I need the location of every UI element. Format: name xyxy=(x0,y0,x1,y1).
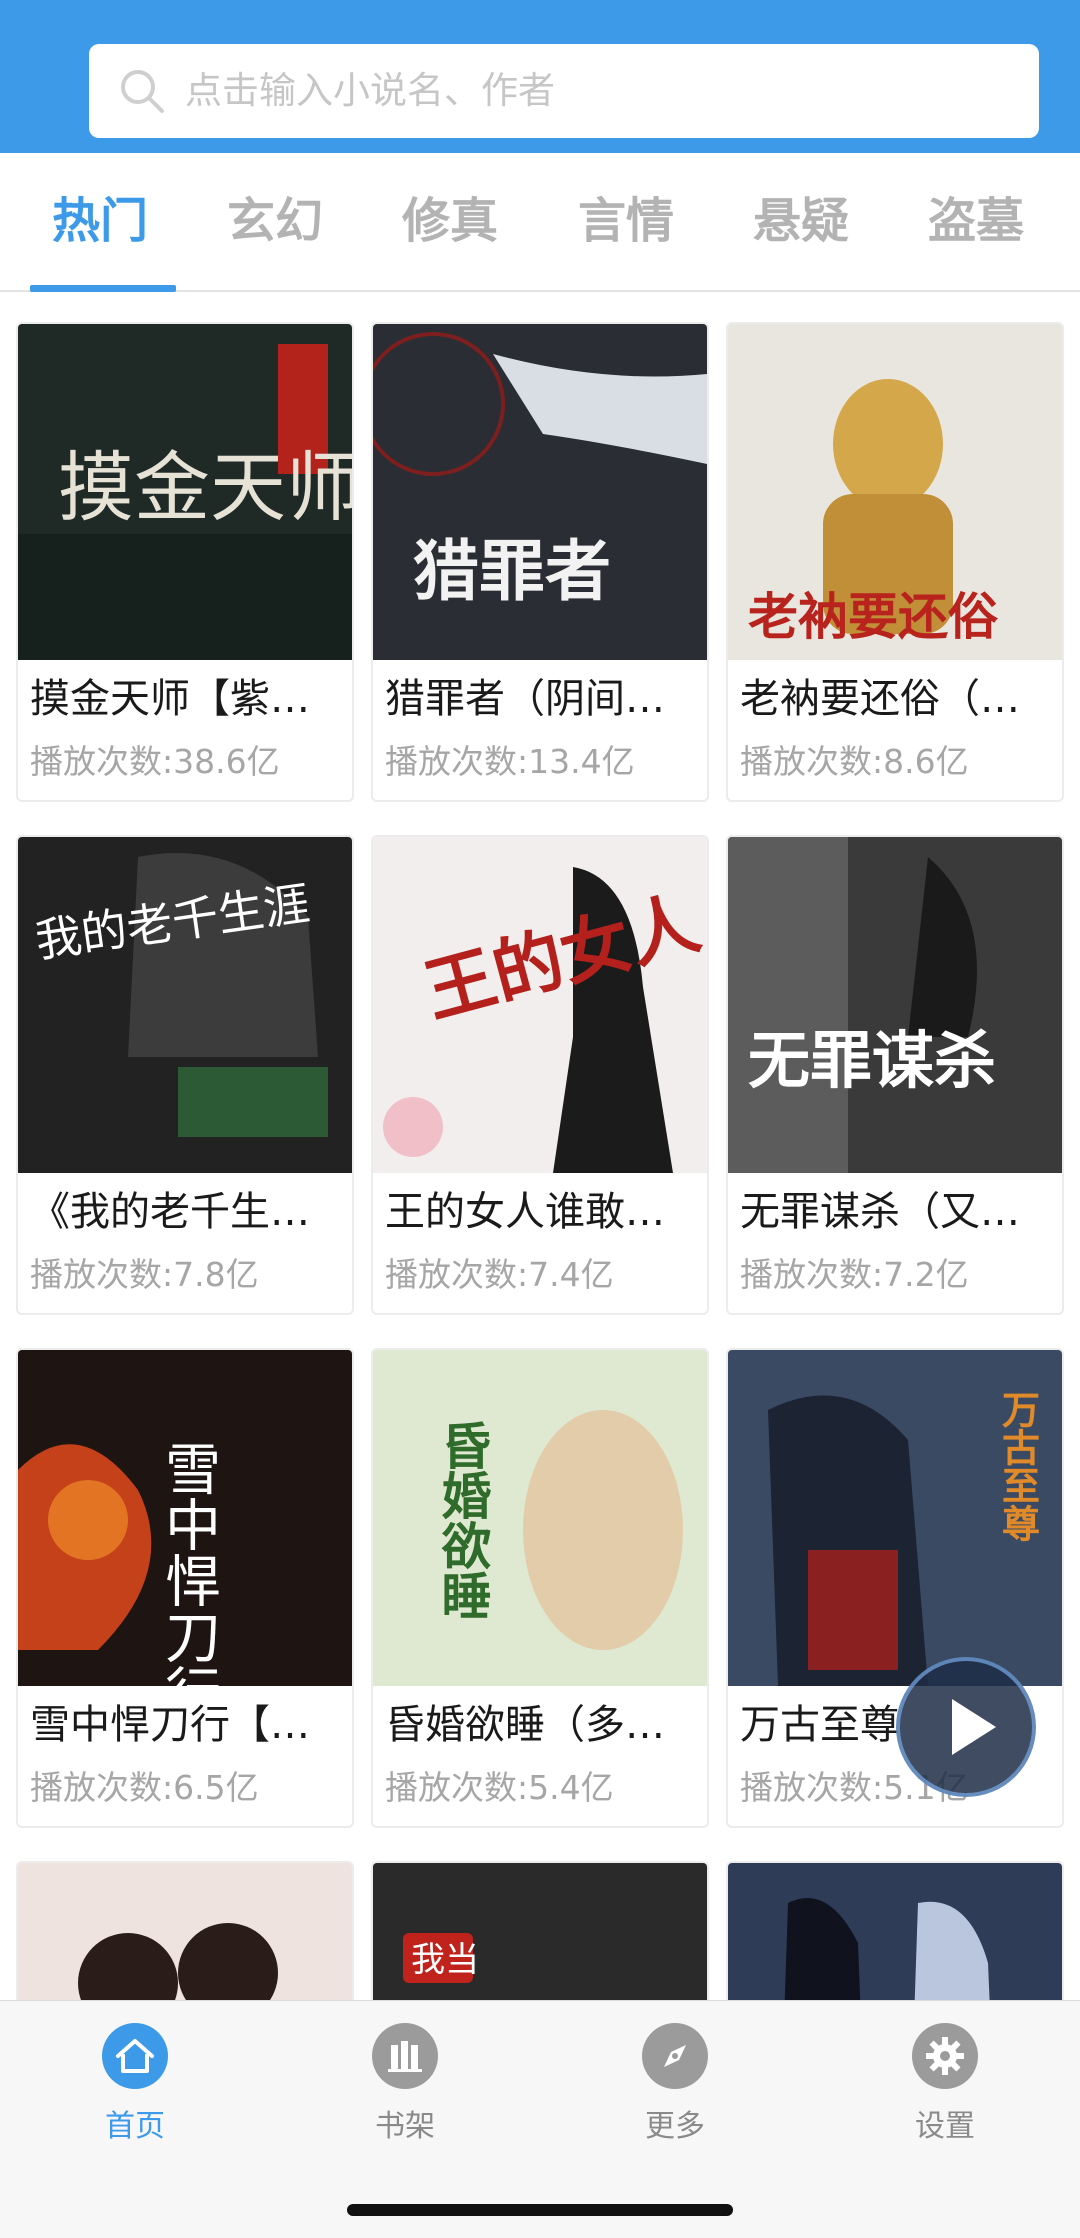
book-title: 王的女人谁敢… xyxy=(385,1189,665,1235)
play-count: 播放次数:7.8亿 xyxy=(30,1255,259,1294)
cover-title-text: 雪中悍刀行 xyxy=(156,1440,221,1686)
cover-title-text: 昏婚欲睡 xyxy=(434,1420,493,1620)
nav-home[interactable]: 首页 xyxy=(35,2023,235,2153)
book-card[interactable]: 我当 xyxy=(371,1861,709,2000)
play-count: 播放次数:7.2亿 xyxy=(740,1255,969,1294)
book-title: 摸金天师【紫… xyxy=(30,676,310,722)
nav-label: 更多 xyxy=(645,2109,705,2144)
search-icon xyxy=(121,70,164,113)
book-cover[interactable] xyxy=(728,1863,1062,2000)
book-cover[interactable]: 昏婚欲睡 xyxy=(373,1350,707,1686)
play-count: 播放次数:38.6亿 xyxy=(30,742,280,781)
cover-title-text: 老衲要还俗 xyxy=(748,587,999,646)
book-title: 《我的老千生… xyxy=(30,1189,310,1235)
book-cover[interactable]: 我当 xyxy=(373,1863,707,2000)
play-count: 播放次数:8.6亿 xyxy=(740,742,969,781)
book-card[interactable]: 王的女人 王的女人谁敢… 播放次数:7.4亿 xyxy=(371,835,709,1315)
cover-title-text: 无罪谋杀 xyxy=(748,1024,996,1097)
compass-icon xyxy=(642,2023,708,2089)
tab-xiuzhen[interactable]: 修真 xyxy=(362,153,538,290)
book-card[interactable]: 我的老千生涯 《我的老千生… 播放次数:7.8亿 xyxy=(16,835,354,1315)
play-count: 播放次数:13.4亿 xyxy=(385,742,635,781)
gear-icon xyxy=(912,2023,978,2089)
nav-more[interactable]: 更多 xyxy=(575,2023,775,2153)
book-title: 无罪谋杀（又… xyxy=(740,1189,1020,1235)
home-icon xyxy=(102,2023,168,2089)
tab-xuanhuan[interactable]: 玄幻 xyxy=(187,153,363,290)
book-title: 雪中悍刀行【… xyxy=(30,1702,310,1748)
floating-play-button[interactable] xyxy=(896,1657,1036,1797)
nav-settings[interactable]: 设置 xyxy=(845,2023,1045,2153)
tab-daomu[interactable]: 盗墓 xyxy=(888,153,1064,290)
book-title: 昏婚欲睡（多… xyxy=(385,1702,665,1748)
book-cover[interactable]: 老衲要还俗 xyxy=(728,324,1062,660)
tab-yanqing[interactable]: 言情 xyxy=(538,153,714,290)
book-title: 猎罪者（阴间… xyxy=(385,676,665,722)
book-card[interactable]: 摸金天师 摸金天师【紫… 播放次数:38.6亿 xyxy=(16,322,354,802)
cover-title-text: 摸金天师 xyxy=(58,443,352,532)
nav-label: 首页 xyxy=(105,2109,165,2144)
nav-label: 设置 xyxy=(915,2109,975,2144)
bottom-tab-bar: 首页 书架 更多 设置 xyxy=(0,2000,1080,2238)
book-card[interactable] xyxy=(16,1861,354,2000)
tab-hot[interactable]: 热门 xyxy=(12,153,188,290)
play-count: 播放次数:6.5亿 xyxy=(30,1768,259,1807)
search-box[interactable]: 点击输入小说名、作者 xyxy=(89,44,1039,138)
book-cover[interactable]: 无罪谋杀 xyxy=(728,837,1062,1173)
book-card[interactable]: 昏婚欲睡 昏婚欲睡（多… 播放次数:5.4亿 xyxy=(371,1348,709,1828)
book-card[interactable]: 猎罪者 猎罪者（阴间… 播放次数:13.4亿 xyxy=(371,322,709,802)
book-cover[interactable]: 猎罪者 xyxy=(373,324,707,660)
book-card[interactable]: 雪中悍刀行 雪中悍刀行【… 播放次数:6.5亿 xyxy=(16,1348,354,1828)
book-cover[interactable]: 万古至尊 xyxy=(728,1350,1062,1686)
nav-bookshelf[interactable]: 书架 xyxy=(305,2023,505,2153)
play-icon xyxy=(952,1699,996,1755)
active-tab-indicator xyxy=(30,285,176,292)
search-input[interactable]: 点击输入小说名、作者 xyxy=(185,44,555,138)
book-cover[interactable]: 我的老千生涯 xyxy=(18,837,352,1173)
book-cover[interactable]: 摸金天师 xyxy=(18,324,352,660)
top-bar: 点击输入小说名、作者 xyxy=(0,0,1080,153)
book-card[interactable] xyxy=(726,1861,1064,2000)
cover-title-text: 万古至尊 xyxy=(996,1390,1041,1542)
play-count: 播放次数:5.4亿 xyxy=(385,1768,614,1807)
cover-title-text: 我当 xyxy=(411,1940,479,1980)
book-card[interactable]: 无罪谋杀 无罪谋杀（又… 播放次数:7.2亿 xyxy=(726,835,1064,1315)
book-card[interactable]: 老衲要还俗 老衲要还俗（… 播放次数:8.6亿 xyxy=(726,322,1064,802)
home-indicator xyxy=(347,2204,733,2216)
bookshelf-icon xyxy=(372,2023,438,2089)
category-tabs: 热门 玄幻 修真 言情 悬疑 盗墓 xyxy=(0,153,1080,292)
book-cover[interactable] xyxy=(18,1863,352,2000)
book-cover[interactable]: 王的女人 xyxy=(373,837,707,1173)
book-title: 老衲要还俗（… xyxy=(740,676,1020,722)
nav-label: 书架 xyxy=(375,2109,435,2144)
play-count: 播放次数:7.4亿 xyxy=(385,1255,614,1294)
cover-title-text: 猎罪者 xyxy=(413,532,611,610)
book-cover[interactable]: 雪中悍刀行 xyxy=(18,1350,352,1686)
tab-xuanyi[interactable]: 悬疑 xyxy=(713,153,889,290)
